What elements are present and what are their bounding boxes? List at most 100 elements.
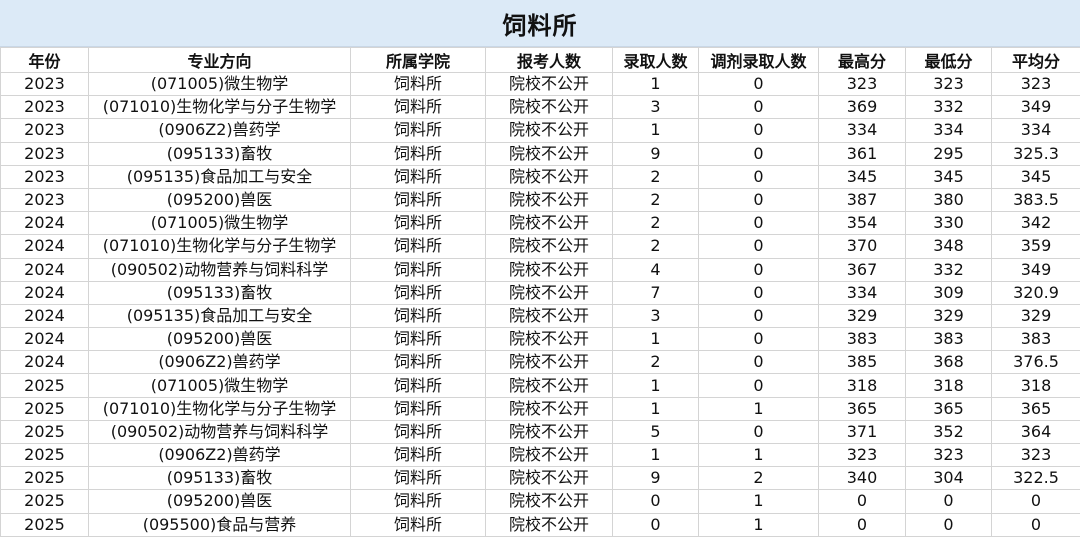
cell-admitted: 1 — [612, 396, 699, 421]
title-bar: 饲料所 — [0, 0, 1080, 47]
cell-admitted: 1 — [612, 373, 699, 398]
table-row: 2025 (071010)生物化学与分子生物学 饲料所 院校不公开 1 1 365 365 36… — [0, 396, 1080, 421]
cell-major: (071010)生物化学与分子生物学 — [88, 95, 351, 120]
cell-college: 饲料所 — [350, 211, 486, 236]
cell-college: 饲料所 — [350, 489, 486, 514]
cell-major: (071005)微生物学 — [88, 373, 351, 398]
cell-applicants: 院校不公开 — [485, 442, 613, 468]
cell-applicants: 院校不公开 — [485, 280, 613, 305]
cell-min-score: 323 — [905, 71, 992, 97]
cell-admitted: 5 — [612, 419, 699, 445]
sheet-title: 饲料所 — [502, 11, 578, 40]
cell-min-score: 318 — [905, 373, 992, 398]
cell-min-score: 330 — [905, 211, 992, 236]
cell-major: (071010)生物化学与分子生物学 — [88, 234, 351, 259]
cell-adjusted: 0 — [698, 350, 819, 375]
cell-max-score: 370 — [818, 234, 906, 259]
cell-min-score: 0 — [905, 512, 992, 537]
cell-major: (095133)畜牧 — [88, 280, 351, 305]
cell-applicants: 院校不公开 — [485, 257, 613, 282]
cell-avg-score: 318 — [991, 373, 1080, 398]
cell-adjusted: 1 — [698, 396, 819, 421]
table-row: 2025 (095133)畜牧 饲料所 院校不公开 9 2 340 304 322.5 — [0, 466, 1080, 491]
cell-avg-score: 365 — [991, 396, 1080, 421]
cell-max-score: 387 — [818, 187, 906, 213]
cell-applicants: 院校不公开 — [485, 187, 613, 213]
cell-adjusted: 0 — [698, 280, 819, 305]
cell-college: 饲料所 — [350, 257, 486, 282]
cell-adjusted: 0 — [698, 303, 819, 329]
header-row: 年份 专业方向 所属学院 报考人数 录取人数 调剂录取人数 最高分 最低分 平均… — [0, 47, 1080, 73]
cell-max-score: 354 — [818, 211, 906, 236]
cell-college: 饲料所 — [350, 303, 486, 329]
cell-year: 2024 — [0, 327, 89, 352]
table-row: 2024 (071005)微生物学 饲料所 院校不公开 2 0 354 330 342 — [0, 211, 1080, 236]
cell-college: 饲料所 — [350, 187, 486, 213]
cell-admitted: 1 — [612, 327, 699, 352]
header-year: 年份 — [0, 47, 89, 73]
cell-adjusted: 0 — [698, 419, 819, 445]
cell-max-score: 367 — [818, 257, 906, 282]
cell-max-score: 385 — [818, 350, 906, 375]
cell-max-score: 340 — [818, 466, 906, 491]
cell-min-score: 304 — [905, 466, 992, 491]
cell-year: 2024 — [0, 234, 89, 259]
cell-adjusted: 0 — [698, 95, 819, 120]
table-row: 2024 (095200)兽医 饲料所 院校不公开 1 0 383 383 383 — [0, 327, 1080, 352]
cell-applicants: 院校不公开 — [485, 512, 613, 537]
cell-adjusted: 0 — [698, 327, 819, 352]
table-row: 2025 (071005)微生物学 饲料所 院校不公开 1 0 318 318 318 — [0, 373, 1080, 398]
cell-applicants: 院校不公开 — [485, 327, 613, 352]
cell-applicants: 院校不公开 — [485, 350, 613, 375]
cell-major: (095200)兽医 — [88, 489, 351, 514]
cell-avg-score: 364 — [991, 419, 1080, 445]
cell-avg-score: 323 — [991, 442, 1080, 468]
cell-adjusted: 0 — [698, 211, 819, 236]
header-max-score: 最高分 — [818, 47, 906, 73]
cell-major: (095200)兽医 — [88, 327, 351, 352]
header-adjusted: 调剂录取人数 — [698, 47, 819, 73]
cell-max-score: 334 — [818, 280, 906, 305]
cell-admitted: 2 — [612, 350, 699, 375]
cell-year: 2025 — [0, 396, 89, 421]
cell-min-score: 365 — [905, 396, 992, 421]
cell-admitted: 2 — [612, 211, 699, 236]
table-row: 2023 (0906Z2)兽药学 饲料所 院校不公开 1 0 334 334 334 — [0, 118, 1080, 143]
cell-major: (095135)食品加工与安全 — [88, 303, 351, 329]
cell-year: 2025 — [0, 419, 89, 445]
cell-avg-score: 383.5 — [991, 187, 1080, 213]
cell-max-score: 334 — [818, 118, 906, 143]
cell-year: 2025 — [0, 373, 89, 398]
cell-year: 2023 — [0, 71, 89, 97]
cell-admitted: 3 — [612, 95, 699, 120]
cell-major: (071010)生物化学与分子生物学 — [88, 396, 351, 421]
cell-applicants: 院校不公开 — [485, 118, 613, 143]
table-row: 2025 (095200)兽医 饲料所 院校不公开 0 1 0 0 0 — [0, 489, 1080, 514]
cell-adjusted: 0 — [698, 164, 819, 189]
cell-min-score: 323 — [905, 442, 992, 468]
cell-year: 2025 — [0, 442, 89, 468]
cell-year: 2023 — [0, 164, 89, 189]
cell-adjusted: 0 — [698, 71, 819, 97]
cell-admitted: 2 — [612, 187, 699, 213]
cell-applicants: 院校不公开 — [485, 466, 613, 491]
table-row: 2024 (095135)食品加工与安全 饲料所 院校不公开 3 0 329 329 329 — [0, 303, 1080, 329]
cell-college: 饲料所 — [350, 141, 486, 166]
cell-adjusted: 1 — [698, 442, 819, 468]
cell-year: 2024 — [0, 257, 89, 282]
cell-adjusted: 2 — [698, 466, 819, 491]
header-college: 所属学院 — [350, 47, 486, 73]
cell-adjusted: 1 — [698, 512, 819, 537]
cell-max-score: 323 — [818, 442, 906, 468]
cell-admitted: 9 — [612, 466, 699, 491]
cell-admitted: 7 — [612, 280, 699, 305]
cell-avg-score: 320.9 — [991, 280, 1080, 305]
cell-max-score: 318 — [818, 373, 906, 398]
cell-college: 饲料所 — [350, 512, 486, 537]
cell-min-score: 368 — [905, 350, 992, 375]
cell-max-score: 371 — [818, 419, 906, 445]
cell-major: (095133)畜牧 — [88, 141, 351, 166]
cell-college: 饲料所 — [350, 95, 486, 120]
cell-college: 饲料所 — [350, 71, 486, 97]
cell-applicants: 院校不公开 — [485, 419, 613, 445]
